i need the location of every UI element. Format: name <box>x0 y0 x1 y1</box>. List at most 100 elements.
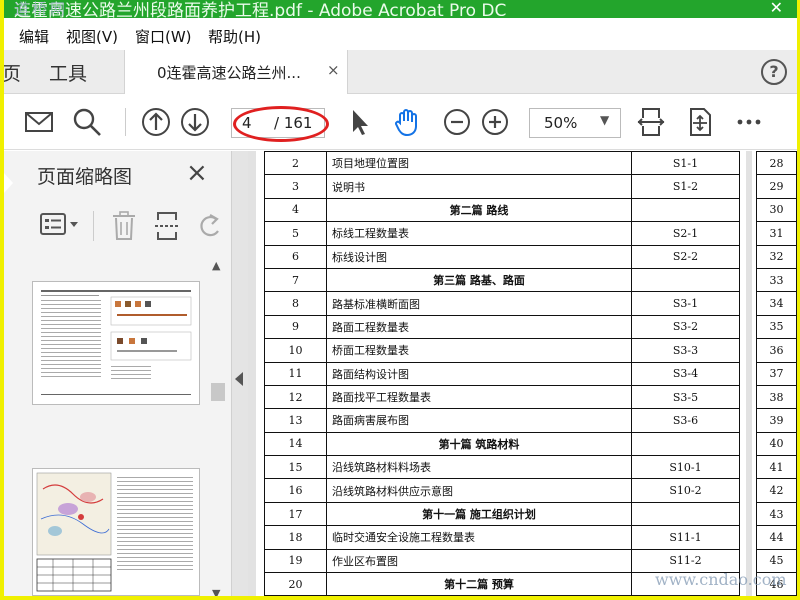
panel-collapse-handle[interactable] <box>232 151 248 596</box>
toc-row-page: 42 <box>756 478 797 503</box>
toc-row-number: 6 <box>264 244 327 269</box>
toc-row: 17 第十一篇 施工组织计划 <box>264 501 740 527</box>
thumbnail-options-icon[interactable] <box>40 211 80 241</box>
delete-page-icon[interactable] <box>111 211 137 245</box>
toc-row: 6 标线设计图 S2-2 <box>264 244 740 269</box>
toc-row-page: 34 <box>756 291 797 316</box>
scroll-down-icon[interactable]: ▼ <box>212 587 220 596</box>
window-close-icon[interactable]: ✕ <box>770 0 783 17</box>
mail-icon[interactable] <box>23 106 55 138</box>
toc-row-number: 9 <box>264 314 327 340</box>
page-row: 41 <box>756 455 797 480</box>
full-screen-icon[interactable] <box>684 106 716 138</box>
toc-row: 12 路面找平工程数量表 S3-5 <box>264 384 740 410</box>
toc-row: 11 路面结构设计图 S3-4 <box>264 361 740 386</box>
zoom-dropdown[interactable]: 50% ▼ <box>529 108 621 138</box>
toc-row: 13 路面病害展布图 S3-6 <box>264 408 740 433</box>
toc-row-title: 沿线筑路材料料场表 <box>326 455 632 480</box>
document-tab-label: 0连霍高速公路兰州... <box>157 64 301 82</box>
toc-section-heading: 第三篇 路基、路面 <box>326 267 632 293</box>
toc-row-code <box>631 501 740 527</box>
toc-row-number: 18 <box>264 525 327 550</box>
toolbar-divider <box>125 108 126 136</box>
toc-row-code: S2-2 <box>631 244 740 269</box>
page-thumbnail-58[interactable] <box>32 468 200 596</box>
toc-row-title: 标线工程数量表 <box>326 221 632 246</box>
menu-edit[interactable]: 编辑 <box>19 26 49 47</box>
fit-width-icon[interactable] <box>635 106 667 138</box>
search-icon[interactable] <box>71 106 103 138</box>
close-tab-icon[interactable]: × <box>327 61 340 79</box>
toc-row-number: 2 <box>264 151 327 176</box>
page-number-table: 28 29 30 31 32 33 34 35 36 37 38 39 40 41 42 43 44 45 46 <box>756 151 797 596</box>
toc-row-number: 20 <box>264 572 327 596</box>
toc-row-number: 7 <box>264 267 327 293</box>
toc-row-title: 路面病害展布图 <box>326 408 632 433</box>
select-cursor-icon[interactable] <box>344 106 376 138</box>
insert-page-icon[interactable] <box>154 211 182 245</box>
toc-section-heading: 第十一篇 施工组织计划 <box>326 501 632 527</box>
scrollbar-thumb[interactable] <box>211 383 225 401</box>
thumbnail-list: 57 <box>4 261 229 596</box>
thumbnail-scrollbar[interactable]: ▲ ▼ <box>209 259 225 596</box>
previous-page-icon[interactable] <box>140 106 172 138</box>
tab-home[interactable]: 页 <box>4 59 21 86</box>
tab-bar: 页 工具 0连霍高速公路兰州... × ? <box>4 50 797 95</box>
close-panel-icon[interactable]: × <box>186 158 208 188</box>
menu-bar: 编辑 视图(V) 窗口(W) 帮助(H) <box>4 18 797 50</box>
toc-row-code: S3-1 <box>631 291 740 316</box>
watermark-top: 道桥网 <box>14 0 69 18</box>
panel-pointer <box>4 173 13 193</box>
zoom-out-icon[interactable] <box>441 106 473 138</box>
toc-row-number: 5 <box>264 221 327 246</box>
toc-row-code: S11-1 <box>631 525 740 550</box>
toc-row-number: 3 <box>264 174 327 199</box>
tab-document[interactable]: 0连霍高速公路兰州... × <box>124 50 348 95</box>
menu-window[interactable]: 窗口(W) <box>135 26 192 47</box>
page-row: 42 <box>756 478 797 503</box>
rotate-page-icon[interactable] <box>196 211 224 245</box>
toc-row-code <box>631 197 740 223</box>
page-row: 31 <box>756 221 797 246</box>
toc-row-page: 41 <box>756 455 797 480</box>
toc-row: 18 临时交通安全设施工程数量表 S11-1 <box>264 525 740 550</box>
toc-row-page: 33 <box>756 267 797 293</box>
toc-row-page: 28 <box>756 151 797 176</box>
hand-tool-icon[interactable] <box>391 106 423 138</box>
toc-row-number: 15 <box>264 455 327 480</box>
pdf-page-next: 28 29 30 31 32 33 34 35 36 37 38 39 40 41 42 43 44 45 46 <box>752 151 797 596</box>
toc-row: 15 沿线筑路材料料场表 S10-1 <box>264 455 740 480</box>
page-row: 33 <box>756 267 797 293</box>
tab-tools[interactable]: 工具 <box>49 59 87 86</box>
title-bar: 连霍高速公路兰州段路面养护工程.pdf - Adobe Acrobat Pro … <box>4 0 797 18</box>
toc-row-title: 桥面工程数量表 <box>326 338 632 363</box>
page-row: 40 <box>756 431 797 457</box>
zoom-in-icon[interactable] <box>479 106 511 138</box>
toc-row-page: 31 <box>756 221 797 246</box>
toc-row-code <box>631 267 740 293</box>
toc-table: 2 项目地理位置图 S1-1 3 说明书 S1-2 4 第二篇 路线 5 标线工程数量表 S2-1 6… <box>264 151 740 596</box>
page-thumbnail-57[interactable] <box>32 281 200 405</box>
toc-row: 2 项目地理位置图 S1-1 <box>264 151 740 176</box>
toc-row-title: 标线设计图 <box>326 244 632 269</box>
window-title: 连霍高速公路兰州段路面养护工程.pdf - Adobe Acrobat Pro … <box>14 1 507 18</box>
more-options-icon[interactable] <box>733 106 765 138</box>
menu-view[interactable]: 视图(V) <box>66 26 118 47</box>
toc-row-code: S1-2 <box>631 174 740 199</box>
toc-row-title: 作业区布置图 <box>326 548 632 574</box>
toc-row-number: 16 <box>264 478 327 503</box>
page-row: 38 <box>756 384 797 410</box>
toc-row-page: 29 <box>756 174 797 199</box>
help-icon[interactable]: ? <box>761 59 787 85</box>
toc-row-number: 17 <box>264 501 327 527</box>
menu-help[interactable]: 帮助(H) <box>208 26 261 47</box>
toc-row-page: 32 <box>756 244 797 269</box>
next-page-icon[interactable] <box>179 106 211 138</box>
chevron-down-icon: ▼ <box>600 113 610 127</box>
toc-row-code: S1-1 <box>631 151 740 176</box>
panel-title: 页面缩略图 <box>37 166 133 188</box>
zoom-value: 50% <box>544 114 578 132</box>
document-viewport[interactable]: 2 项目地理位置图 S1-1 3 说明书 S1-2 4 第二篇 路线 5 标线工程数量表 S2-1 6… <box>248 151 797 596</box>
sidebar-divider <box>93 211 94 241</box>
scroll-up-icon[interactable]: ▲ <box>212 259 220 272</box>
